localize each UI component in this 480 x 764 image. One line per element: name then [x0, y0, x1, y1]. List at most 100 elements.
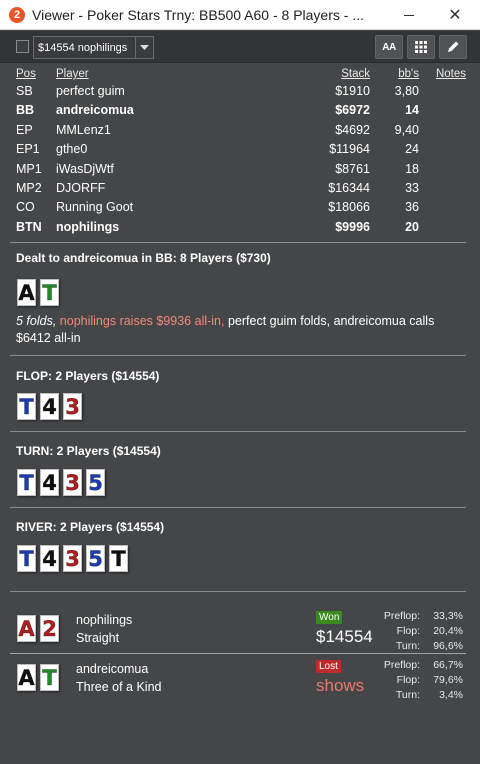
player-pos: BB [16, 103, 35, 118]
hand-checkbox[interactable] [16, 40, 29, 53]
player-name: perfect guim [56, 84, 125, 98]
player-bbs: 3,80 [394, 84, 419, 98]
table-row[interactable]: MP1 iWasDjWtf $8761 18 [0, 162, 480, 181]
player-pos: CO [16, 200, 35, 215]
header-stack[interactable]: Stack [341, 68, 370, 80]
close-icon: ✕ [448, 7, 462, 24]
results-divider [10, 653, 466, 654]
status-badge: Lost [316, 660, 341, 673]
toolbar: $14554 nophilings AA [0, 31, 480, 63]
card-hearts: 2 [40, 615, 59, 642]
card-spades: 4 [40, 469, 59, 496]
equity-label: Turn: [395, 689, 420, 701]
hand-select-value: $14554 nophilings [38, 41, 128, 54]
player-stack: $8761 [335, 161, 370, 176]
minimize-button[interactable] [386, 0, 432, 30]
player-pos: BTN [16, 219, 42, 234]
player-pos: EP [16, 122, 33, 137]
equity-label: Flop: [396, 625, 420, 637]
card-spades: A [17, 279, 36, 306]
turn-title: TURN: 2 Players ($14554) [16, 444, 161, 458]
result-player-name: nophilings [76, 613, 133, 627]
edit-button[interactable] [439, 35, 467, 59]
close-button[interactable]: ✕ [432, 0, 478, 30]
card-diamonds: T [17, 545, 36, 572]
window-title: Viewer - Poker Stars Trny: BB500 A60 - 8… [32, 6, 364, 23]
equity-label: Flop: [396, 674, 420, 686]
player-bbs: 14 [405, 103, 419, 118]
player-stack: $16344 [328, 181, 370, 195]
grid-button[interactable] [407, 35, 435, 59]
player-pos: EP1 [16, 142, 40, 157]
table-row[interactable]: EP MMLenz1 $4692 9,40 [0, 123, 480, 142]
font-size-button[interactable]: AA [375, 35, 403, 59]
player-bbs: 20 [405, 219, 419, 234]
card-spades: 4 [40, 393, 59, 420]
preflop-action: 5 folds, nophilings raises $9936 all-in,… [16, 313, 466, 347]
equity-value: 79,6% [433, 674, 463, 686]
result-shows: shows [316, 676, 365, 695]
table-row[interactable]: MP2 DJORFF $16344 33 [0, 181, 480, 200]
player-stack: $9996 [335, 219, 370, 234]
player-stack: $1910 [335, 84, 370, 98]
divider [10, 431, 466, 432]
header-pos[interactable]: Pos [16, 68, 36, 80]
card-spades: 4 [40, 545, 59, 572]
equity-value: 66,7% [433, 659, 463, 671]
card-clubs: T [40, 664, 59, 691]
card-diamonds: T [17, 469, 36, 496]
pencil-icon [448, 41, 459, 52]
header-notes[interactable]: Notes [436, 68, 466, 80]
table-row[interactable]: EP1 gthe0 $11964 24 [0, 142, 480, 161]
player-bbs: 24 [405, 142, 419, 157]
title-bar: 2 Viewer - Poker Stars Trny: BB500 A60 -… [0, 0, 480, 30]
equity-value: 96,6% [433, 640, 463, 652]
equity-value: 33,3% [433, 610, 463, 622]
card-hearts: 3 [63, 469, 82, 496]
equity-value: 3,4% [439, 689, 463, 701]
font-size-icon: AA [382, 41, 396, 53]
app-logo-icon: 2 [9, 6, 25, 23]
result-hand: Straight [76, 631, 120, 645]
player-pos: SB [16, 84, 33, 98]
divider [10, 242, 466, 243]
action-raise: nophilings raises $9936 all-in, [59, 314, 225, 328]
header-player[interactable]: Player [56, 68, 89, 80]
divider [10, 355, 466, 356]
chevron-down-icon[interactable] [135, 37, 153, 58]
table-row[interactable]: BTN nophilings $9996 20 [0, 220, 480, 239]
table-row[interactable]: SB perfect guim $1910 3,80 [0, 84, 480, 103]
player-bbs: 18 [405, 161, 419, 176]
player-stack: $6972 [335, 103, 370, 118]
equity-label: Turn: [395, 640, 420, 652]
player-stack: $4692 [335, 122, 370, 137]
card-clubs: T [40, 279, 59, 306]
card-diamonds: 5 [86, 469, 105, 496]
header-bbs[interactable]: bb's [398, 68, 419, 80]
grid-icon [415, 41, 427, 53]
card-hearts: A [17, 615, 36, 642]
table-row[interactable]: CO Running Goot $18066 36 [0, 200, 480, 219]
player-name: andreicomua [56, 103, 134, 118]
card-hearts: 3 [63, 545, 82, 572]
player-bbs: 36 [405, 200, 419, 215]
river-title: RIVER: 2 Players ($14554) [16, 520, 165, 534]
player-name: DJORFF [56, 181, 106, 195]
player-name: MMLenz1 [56, 122, 111, 137]
player-pos: MP1 [16, 161, 42, 176]
player-pos: MP2 [16, 181, 42, 195]
player-stack: $11964 [329, 142, 370, 157]
equity-value: 20,4% [433, 625, 463, 637]
equity-label: Preflop: [383, 610, 420, 622]
result-hand: Three of a Kind [76, 680, 162, 694]
player-name: nophilings [56, 219, 120, 234]
divider [10, 507, 466, 508]
flop-title: FLOP: 2 Players ($14554) [16, 369, 160, 383]
table-row[interactable]: BB andreicomua $6972 14 [0, 103, 480, 122]
hand-select[interactable]: $14554 nophilings [33, 36, 154, 59]
equity-label: Preflop: [383, 659, 420, 671]
card-spades: A [17, 664, 36, 691]
divider [10, 591, 466, 592]
player-bbs: 9,40 [394, 122, 419, 137]
player-name: Running Goot [56, 200, 134, 215]
